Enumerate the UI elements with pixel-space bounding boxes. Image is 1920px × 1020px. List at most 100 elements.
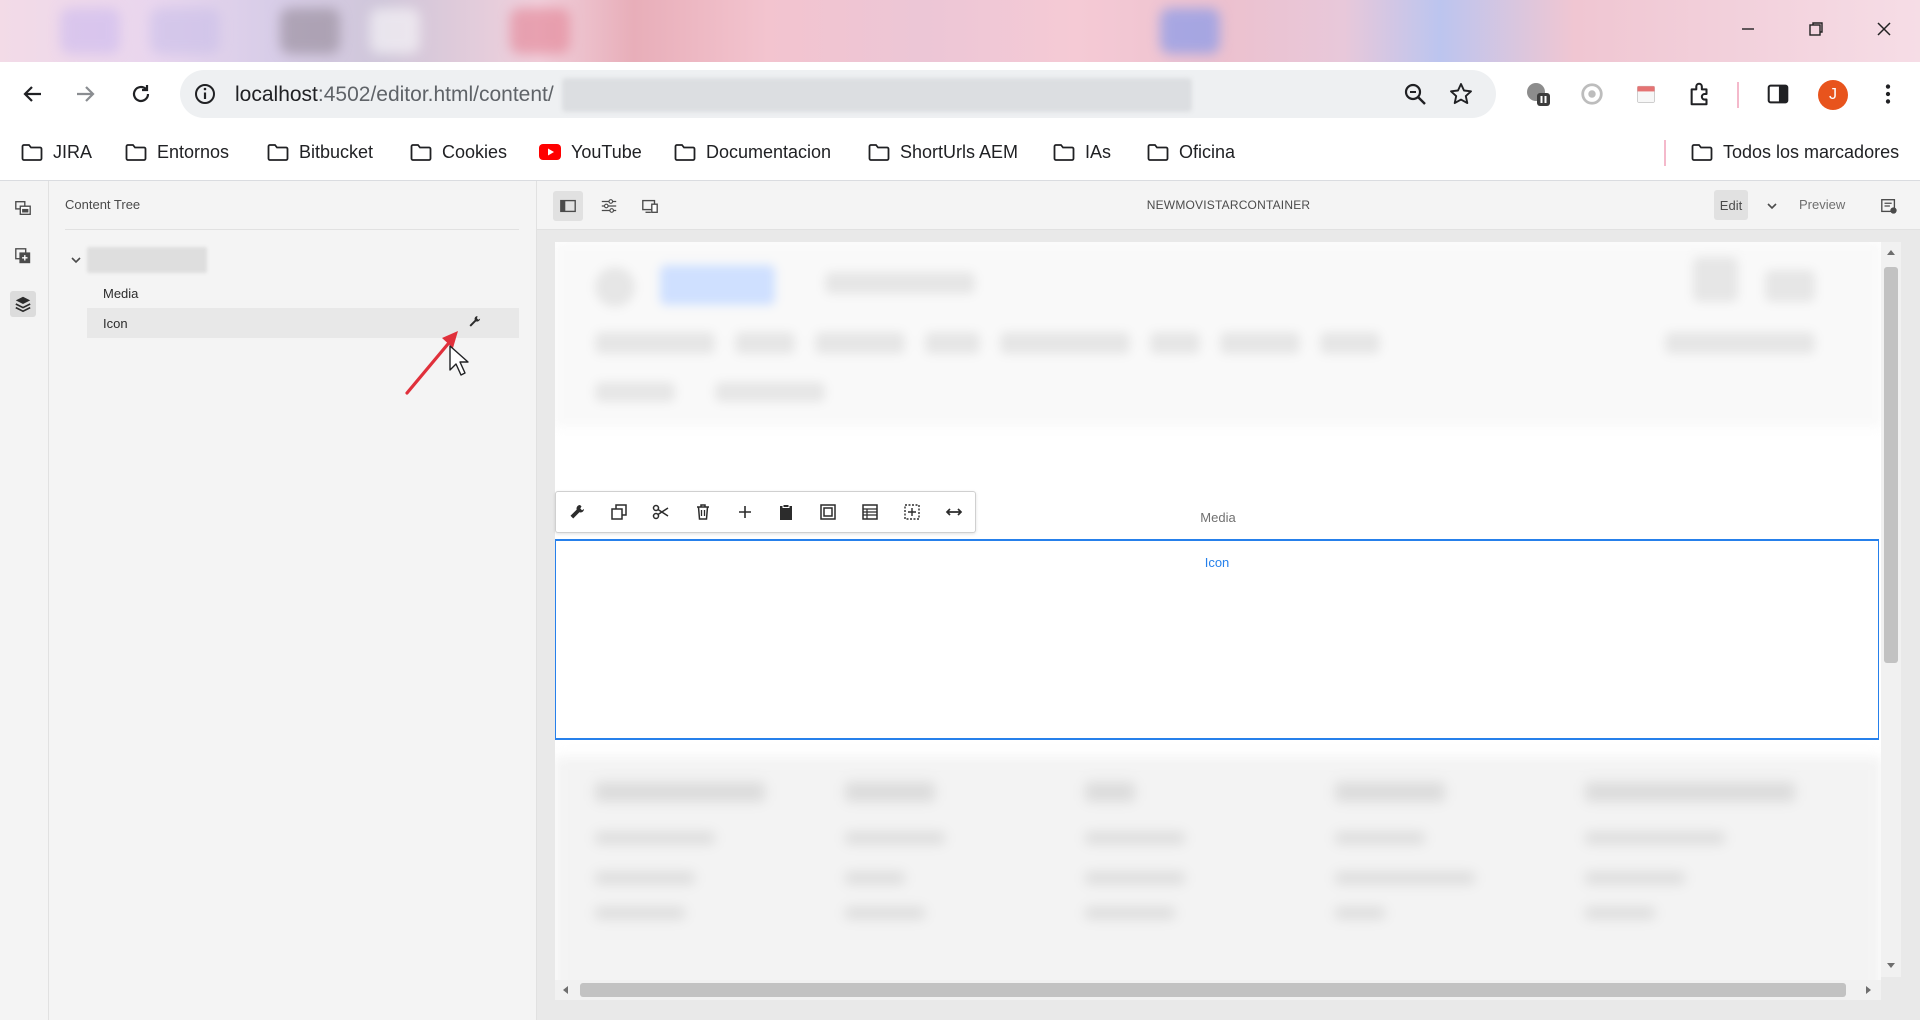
url-text[interactable]: localhost:4502/editor.html/content/ xyxy=(235,83,554,107)
redacted-url xyxy=(562,78,1192,112)
bookmark-shorturls-aem[interactable]: ShortUrls AEM xyxy=(867,138,1018,166)
all-bookmarks-label: Todos los marcadores xyxy=(1723,141,1900,162)
bookmarks-bar: JIRA Entornos Bitbucket Cookies YouTube … xyxy=(0,126,1920,181)
kebab-menu-icon xyxy=(1885,84,1891,104)
rail-components-button[interactable] xyxy=(10,243,36,269)
folder-icon xyxy=(125,144,147,161)
cut-button[interactable] xyxy=(640,492,682,532)
layout-button[interactable] xyxy=(849,492,891,532)
parent-button[interactable] xyxy=(891,492,933,532)
bookmark-cookies[interactable]: Cookies xyxy=(409,138,507,166)
bookmark-oficina[interactable]: Oficina xyxy=(1146,138,1235,166)
bookmark-label: JIRA xyxy=(53,141,93,162)
clipboard-icon xyxy=(780,504,793,520)
insert-button[interactable] xyxy=(724,492,766,532)
bookmark-label: Cookies xyxy=(442,141,508,162)
icon-component-selected[interactable]: Icon xyxy=(555,539,1879,740)
chevron-down-icon[interactable] xyxy=(69,253,83,267)
group-button[interactable] xyxy=(807,492,849,532)
scroll-down-icon[interactable] xyxy=(1886,962,1896,970)
restore-button[interactable] xyxy=(1782,0,1850,58)
address-bar[interactable]: localhost:4502/editor.html/content/ xyxy=(180,70,1496,118)
scroll-left-icon[interactable] xyxy=(561,985,569,995)
canvas-horizontal-scrollbar[interactable] xyxy=(555,980,1881,1000)
extension-paused-icon xyxy=(1527,83,1550,106)
configure-button[interactable] xyxy=(556,492,598,532)
minimize-button[interactable] xyxy=(1714,0,1782,58)
blurred-tab xyxy=(1160,8,1220,54)
canvas-vertical-scrollbar[interactable] xyxy=(1881,242,1901,977)
table-icon xyxy=(862,504,879,520)
resize-button[interactable] xyxy=(933,492,975,532)
scroll-up-icon[interactable] xyxy=(1886,248,1896,256)
arrow-left-icon xyxy=(23,86,41,102)
back-button[interactable] xyxy=(15,76,51,112)
zoom-icon[interactable] xyxy=(1402,81,1428,107)
folder-icon xyxy=(1691,144,1713,161)
mode-dropdown-button[interactable] xyxy=(1757,191,1787,221)
tree-root-node[interactable] xyxy=(69,247,207,273)
plus-icon xyxy=(738,506,751,518)
panel-divider xyxy=(65,229,519,230)
folder-icon xyxy=(410,144,432,161)
icon-component-label: Icon xyxy=(1204,555,1230,570)
panel-title: Content Tree xyxy=(65,197,141,212)
preview-button[interactable]: Preview xyxy=(1799,197,1845,212)
parent-select-icon xyxy=(904,504,920,520)
browser-toolbar: localhost:4502/editor.html/content/ xyxy=(0,62,1920,126)
browser-menu-button[interactable] xyxy=(1874,80,1902,108)
scissors-icon xyxy=(652,504,669,520)
edit-mode-button[interactable]: Edit xyxy=(1714,190,1748,220)
scroll-right-icon[interactable] xyxy=(1865,985,1873,995)
horizontal-scroll-thumb[interactable] xyxy=(580,983,1846,997)
all-bookmarks-button[interactable]: Todos los marcadores xyxy=(1690,138,1899,166)
paste-button[interactable] xyxy=(766,492,808,532)
vertical-scroll-thumb[interactable] xyxy=(1884,267,1898,663)
annotation-icon xyxy=(1881,199,1897,214)
reload-button[interactable] xyxy=(123,76,159,112)
bookmark-jira[interactable]: JIRA xyxy=(20,138,92,166)
trash-icon xyxy=(696,504,709,520)
copy-button[interactable] xyxy=(598,492,640,532)
rail-content-tree-button[interactable] xyxy=(10,291,36,317)
bookmark-entornos[interactable]: Entornos xyxy=(124,138,229,166)
bookmark-ias[interactable]: IAs xyxy=(1052,138,1111,166)
page-properties-button[interactable] xyxy=(594,191,624,221)
extension-paused-button[interactable] xyxy=(1524,80,1552,108)
forward-button[interactable] xyxy=(67,76,103,112)
devices-icon xyxy=(642,199,658,213)
folder-icon xyxy=(267,144,289,161)
extension-button[interactable] xyxy=(1578,80,1606,108)
group-icon xyxy=(820,504,837,520)
annotations-button[interactable] xyxy=(1874,191,1904,221)
extension-calendar-button[interactable] xyxy=(1632,80,1660,108)
folder-icon xyxy=(21,144,43,161)
toggle-side-panel-button[interactable] xyxy=(553,191,583,221)
bookmark-star-icon[interactable] xyxy=(1448,81,1474,107)
folder-icon xyxy=(868,144,890,161)
close-window-button[interactable] xyxy=(1850,0,1918,58)
puzzle-icon xyxy=(1690,82,1708,106)
info-icon[interactable] xyxy=(192,81,218,107)
rail-assets-button[interactable] xyxy=(10,195,36,221)
emulator-button[interactable] xyxy=(635,191,665,221)
bookmarks-divider xyxy=(1664,140,1666,166)
blurred-page-footer xyxy=(555,757,1881,999)
bookmark-bitbucket[interactable]: Bitbucket xyxy=(266,138,373,166)
delete-button[interactable] xyxy=(682,492,724,532)
editor-side-rail xyxy=(0,181,49,1020)
tree-item-media[interactable]: Media xyxy=(87,278,519,308)
minimize-icon xyxy=(1742,28,1754,30)
extension-circle-icon xyxy=(1581,83,1603,105)
bookmark-documentacion[interactable]: Documentacion xyxy=(673,138,831,166)
bookmark-label: IAs xyxy=(1085,141,1112,162)
blurred-tab xyxy=(60,8,120,54)
bookmark-label: Oficina xyxy=(1179,141,1236,162)
toolbar-divider xyxy=(1737,82,1739,108)
bookmark-youtube[interactable]: YouTube xyxy=(538,138,642,166)
profile-avatar[interactable]: J xyxy=(1818,80,1848,110)
extensions-button[interactable] xyxy=(1686,80,1714,108)
folder-icon xyxy=(1053,144,1075,161)
page-title: NEWMOVISTARCONTAINER xyxy=(1146,198,1311,212)
side-panel-button[interactable] xyxy=(1764,80,1792,108)
